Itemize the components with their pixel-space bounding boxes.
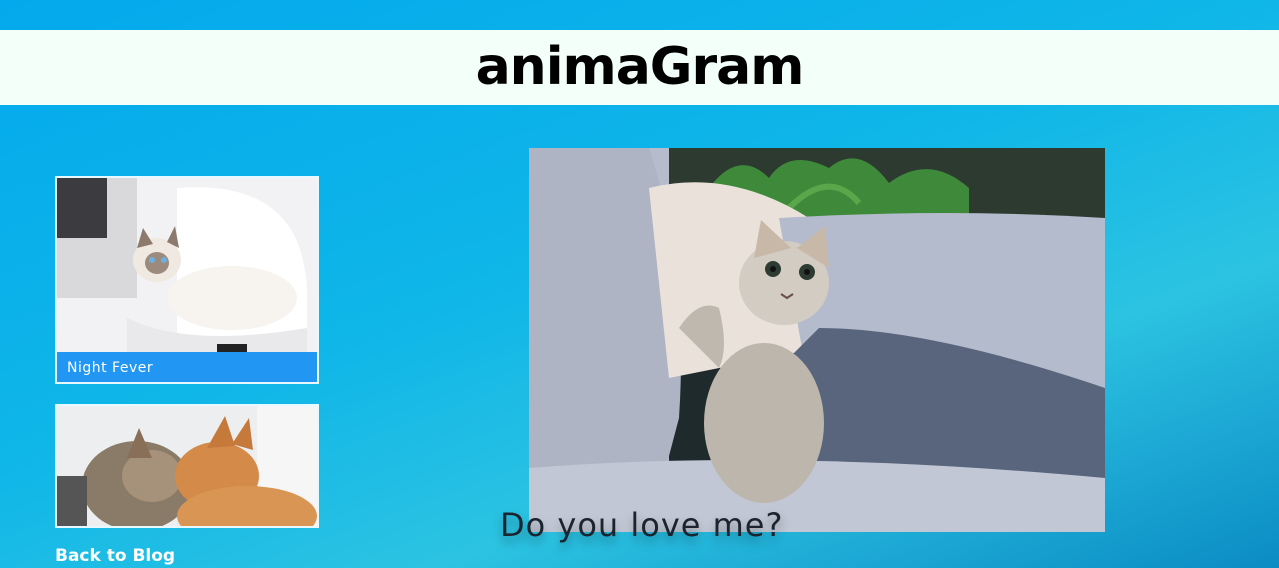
site-header: animaGram	[0, 30, 1279, 105]
main-post-image	[529, 148, 1105, 532]
post-card-caption: Night Fever	[57, 352, 317, 382]
two-cats-image	[57, 406, 317, 526]
kitten-on-sofa-image	[529, 148, 1105, 532]
post-card-night-fever[interactable]: Night Fever	[55, 176, 319, 384]
white-cat-on-chair-image	[57, 178, 317, 352]
brand-logo-text: animaGram	[475, 37, 805, 97]
back-to-blog-link[interactable]: Back to Blog	[55, 546, 175, 566]
post-card-two-cats[interactable]	[55, 404, 319, 528]
post-title-caption: Do you love me?	[500, 506, 784, 544]
